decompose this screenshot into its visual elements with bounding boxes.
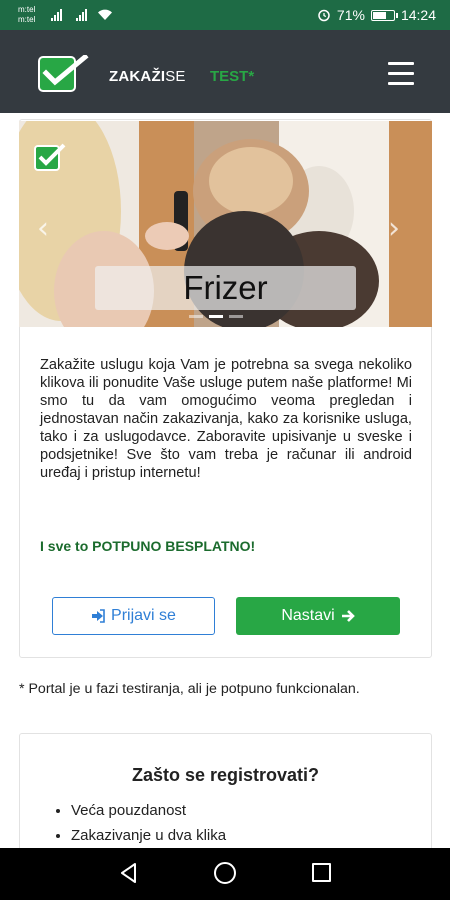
brand-bold: ZAKAŽI <box>109 68 166 85</box>
back-icon[interactable] <box>118 862 140 884</box>
brand-name[interactable]: ZAKAŽISE <box>109 68 186 85</box>
continue-button[interactable]: Nastavi <box>236 597 400 635</box>
chevron-left-icon[interactable]: ‹ <box>37 211 49 246</box>
hero-title: Frizer <box>95 266 356 310</box>
home-icon[interactable] <box>214 862 236 884</box>
check-badge-icon <box>34 143 66 171</box>
battery-icon <box>370 9 398 21</box>
app-header: ZAKAŽISE TEST* <box>0 30 450 113</box>
carrier-1: m:tel <box>18 5 36 14</box>
status-right: 71% 14:24 <box>317 7 436 23</box>
checkmark-logo-icon[interactable] <box>38 55 90 93</box>
status-bar: m:tel m:tel 71% 14:24 <box>0 0 450 30</box>
list-item: Zakazivanje u dva klika <box>71 823 226 848</box>
intro-text: Zakažite uslugu koja Vam je potrebna sa … <box>40 357 412 481</box>
chevron-right-icon[interactable]: › <box>388 211 400 246</box>
carousel-dot[interactable] <box>189 315 203 318</box>
alarm-icon <box>318 9 330 22</box>
env-label: TEST* <box>210 68 255 85</box>
login-button[interactable]: Prijavi se <box>52 597 215 635</box>
hamburger-menu-icon[interactable] <box>388 62 414 86</box>
arrow-right-icon <box>341 610 355 622</box>
why-register-title: Zašto se registrovati? <box>131 765 320 785</box>
hero-carousel[interactable]: ‹ › Frizer <box>19 121 432 327</box>
continue-label: Nastavi <box>281 607 335 624</box>
benefits-list: Veća pouzdanost Zakazivanje u dva klika <box>71 798 226 848</box>
clock: 14:24 <box>400 7 436 23</box>
signal-icon <box>76 9 87 21</box>
carousel-dot[interactable] <box>209 315 223 318</box>
carousel-dot[interactable] <box>229 315 243 318</box>
list-item: Veća pouzdanost <box>71 798 226 823</box>
carousel-indicators[interactable] <box>189 315 243 318</box>
recent-apps-icon[interactable] <box>312 863 331 882</box>
battery-percent: 71% <box>336 7 365 23</box>
wifi-icon <box>98 9 112 20</box>
free-text: I sve to POTPUNO BESPLATNO! <box>40 538 256 554</box>
sign-in-icon <box>92 609 105 623</box>
signal-icon <box>51 9 62 21</box>
carrier-2: m:tel <box>18 15 36 24</box>
brand-light: SE <box>165 68 186 85</box>
login-label: Prijavi se <box>111 607 176 624</box>
system-navigation-bar <box>0 848 450 900</box>
carrier-names: m:tel m:tel <box>18 5 35 25</box>
testing-note: * Portal je u fazi testiranja, ali je po… <box>19 681 360 697</box>
